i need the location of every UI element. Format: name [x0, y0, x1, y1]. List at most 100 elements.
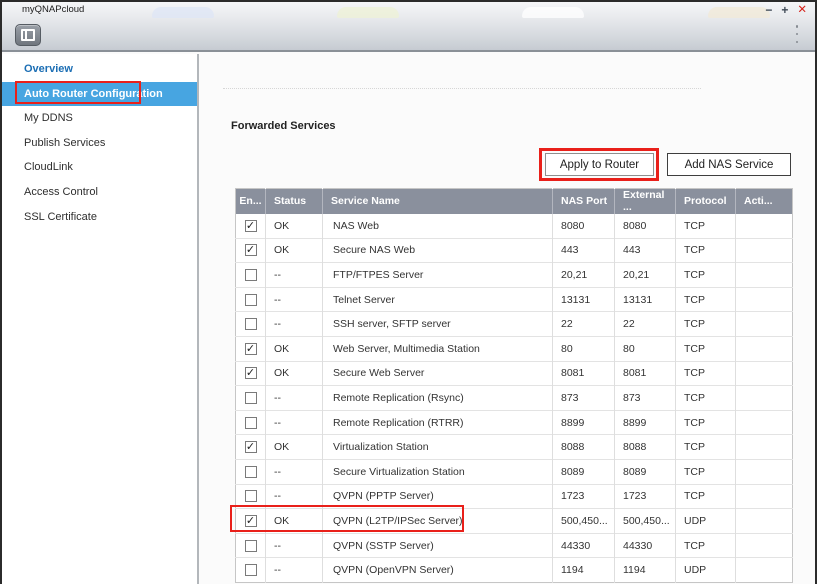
checkbox-unchecked-icon[interactable] — [245, 417, 257, 429]
app-body: Overview Auto Router Configuration My DD… — [2, 54, 815, 584]
checkbox-checked-icon[interactable]: ✓ — [245, 343, 257, 355]
sidebar-item-auto-router-configuration[interactable]: Auto Router Configuration — [2, 82, 197, 107]
minimize-icon[interactable]: − — [765, 3, 772, 17]
service-name-cell: Secure NAS Web — [323, 238, 553, 263]
action-cell — [736, 410, 793, 435]
checkbox-unchecked-icon[interactable] — [245, 294, 257, 306]
status-cell: -- — [266, 558, 323, 583]
column-header[interactable]: External ... — [615, 189, 676, 214]
checkbox-checked-icon[interactable]: ✓ — [245, 220, 257, 232]
table-row[interactable]: --QVPN (OpenVPN Server)11941194UDP — [236, 558, 793, 583]
column-header[interactable]: En... — [236, 189, 266, 214]
apply-to-router-button[interactable]: Apply to Router — [545, 153, 654, 176]
column-header[interactable]: Status — [266, 189, 323, 214]
action-cell — [736, 336, 793, 361]
table-row[interactable]: ✓OKNAS Web80808080TCP — [236, 214, 793, 239]
enable-cell — [236, 484, 266, 509]
sidebar-item-my-ddns[interactable]: My DDNS — [2, 106, 197, 131]
status-cell: -- — [266, 386, 323, 411]
status-cell: -- — [266, 287, 323, 312]
protocol-cell: TCP — [676, 214, 736, 239]
titlebar-reflection — [152, 7, 214, 18]
checkbox-unchecked-icon[interactable] — [245, 392, 257, 404]
checkbox-unchecked-icon[interactable] — [245, 318, 257, 330]
table-row[interactable]: ✓OKSecure Web Server80818081TCP — [236, 361, 793, 386]
table-row[interactable]: ✓OKSecure NAS Web443443TCP — [236, 238, 793, 263]
external-port-cell: 873 — [615, 386, 676, 411]
action-cell — [736, 312, 793, 337]
nas-port-cell: 44330 — [553, 533, 615, 558]
nas-port-cell: 8088 — [553, 435, 615, 460]
table-row[interactable]: --Telnet Server1313113131TCP — [236, 287, 793, 312]
nas-port-cell: 8081 — [553, 361, 615, 386]
table-row[interactable]: --SSH server, SFTP server2222TCP — [236, 312, 793, 337]
sidebar-item-ssl-certificate[interactable]: SSL Certificate — [2, 205, 197, 230]
action-cell — [736, 435, 793, 460]
checkbox-checked-icon[interactable]: ✓ — [245, 244, 257, 256]
external-port-cell: 443 — [615, 238, 676, 263]
toolbar — [2, 18, 815, 50]
external-port-cell: 1723 — [615, 484, 676, 509]
action-cell — [736, 287, 793, 312]
column-header[interactable]: Acti... — [736, 189, 793, 214]
checkbox-unchecked-icon[interactable] — [245, 540, 257, 552]
table-row[interactable]: --Remote Replication (RTRR)88998899TCP — [236, 410, 793, 435]
main-content: Forwarded Services Apply to Router Add N… — [201, 54, 815, 584]
sidebar-item-overview[interactable]: Overview — [2, 57, 197, 82]
overflow-menu-icon[interactable] — [795, 25, 799, 43]
checkbox-unchecked-icon[interactable] — [245, 466, 257, 478]
service-name-cell: SSH server, SFTP server — [323, 312, 553, 337]
table-row[interactable]: --FTP/FTPES Server20,2120,21TCP — [236, 263, 793, 288]
checkbox-unchecked-icon[interactable] — [245, 564, 257, 576]
checkbox-unchecked-icon[interactable] — [245, 490, 257, 502]
titlebar[interactable]: myQNAPcloud − + ✕ — [2, 2, 815, 18]
table-row[interactable]: --Secure Virtualization Station80898089T… — [236, 459, 793, 484]
status-cell: OK — [266, 238, 323, 263]
nas-port-cell: 8089 — [553, 459, 615, 484]
add-nas-service-button[interactable]: Add NAS Service — [667, 153, 791, 176]
divider — [223, 88, 701, 89]
table-row[interactable]: --QVPN (PPTP Server)17231723TCP — [236, 484, 793, 509]
sidebar-item-publish-services[interactable]: Publish Services — [2, 131, 197, 156]
status-cell: -- — [266, 533, 323, 558]
enable-cell — [236, 263, 266, 288]
column-header[interactable]: Protocol — [676, 189, 736, 214]
external-port-cell: 8899 — [615, 410, 676, 435]
external-port-cell: 8089 — [615, 459, 676, 484]
checkbox-unchecked-icon[interactable] — [245, 269, 257, 281]
nas-port-cell: 8080 — [553, 214, 615, 239]
service-name-cell: Secure Virtualization Station — [323, 459, 553, 484]
table-row[interactable]: --QVPN (SSTP Server)4433044330TCP — [236, 533, 793, 558]
protocol-cell: TCP — [676, 238, 736, 263]
table-row[interactable]: ✓OKQVPN (L2TP/IPSec Server)500,450...500… — [236, 509, 793, 534]
checkbox-checked-icon[interactable]: ✓ — [245, 367, 257, 379]
nas-port-cell: 873 — [553, 386, 615, 411]
close-icon[interactable]: ✕ — [797, 3, 807, 17]
column-header[interactable]: Service Name — [323, 189, 553, 214]
protocol-cell: TCP — [676, 386, 736, 411]
protocol-cell: UDP — [676, 509, 736, 534]
protocol-cell: TCP — [676, 410, 736, 435]
enable-cell — [236, 386, 266, 411]
enable-cell — [236, 287, 266, 312]
sidebar-toggle-button[interactable] — [15, 24, 41, 46]
table-row[interactable]: ✓OKVirtualization Station80888088TCP — [236, 435, 793, 460]
sidebar-item-access-control[interactable]: Access Control — [2, 180, 197, 205]
service-name-cell: Virtualization Station — [323, 435, 553, 460]
checkbox-checked-icon[interactable]: ✓ — [245, 515, 257, 527]
column-header[interactable]: NAS Port — [553, 189, 615, 214]
protocol-cell: TCP — [676, 484, 736, 509]
maximize-icon[interactable]: + — [781, 3, 788, 17]
table-row[interactable]: ✓OKWeb Server, Multimedia Station8080TCP — [236, 336, 793, 361]
nas-port-cell: 1723 — [553, 484, 615, 509]
service-name-cell: Web Server, Multimedia Station — [323, 336, 553, 361]
sidebar-item-cloudlink[interactable]: CloudLink — [2, 155, 197, 180]
action-cell — [736, 214, 793, 239]
protocol-cell: TCP — [676, 361, 736, 386]
titlebar-reflection — [708, 7, 770, 18]
forwarded-services-table: En...StatusService NameNAS PortExternal … — [235, 188, 792, 583]
action-cell — [736, 361, 793, 386]
status-cell: -- — [266, 263, 323, 288]
checkbox-checked-icon[interactable]: ✓ — [245, 441, 257, 453]
table-row[interactable]: --Remote Replication (Rsync)873873TCP — [236, 386, 793, 411]
